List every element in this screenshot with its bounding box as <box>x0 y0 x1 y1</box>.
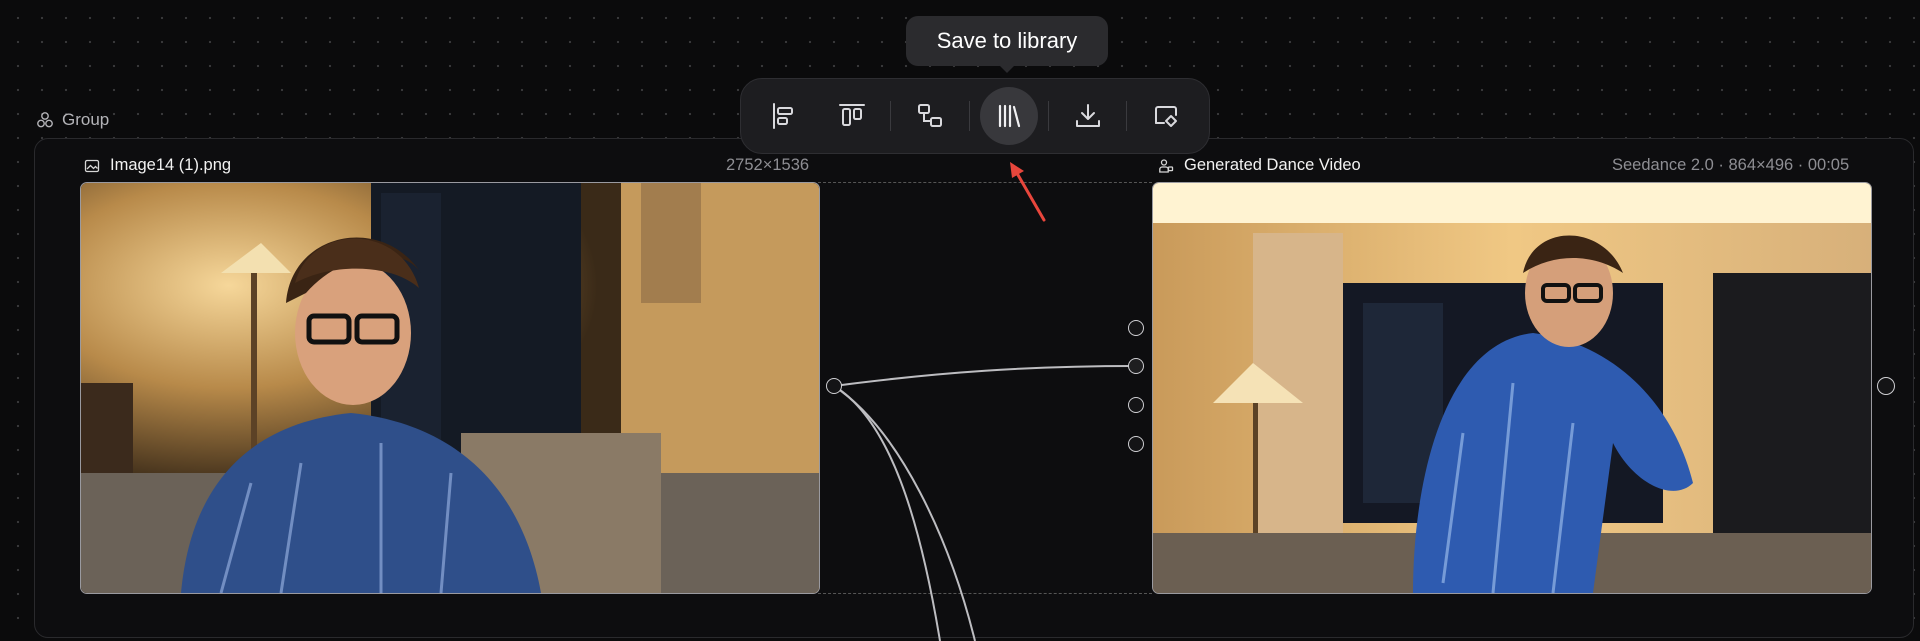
image-output-port[interactable] <box>826 378 842 394</box>
video-input-port[interactable] <box>1128 397 1144 413</box>
floating-toolbar <box>740 78 1210 154</box>
download-button[interactable] <box>1059 87 1117 145</box>
save-to-library-tooltip: Save to library <box>906 16 1108 66</box>
annotation-arrow <box>1010 162 1046 222</box>
video-input-port[interactable] <box>1128 436 1144 452</box>
align-top-button[interactable] <box>823 87 881 145</box>
video-input-port-connected[interactable] <box>1128 358 1144 374</box>
tooltip-tail <box>998 64 1016 73</box>
align-top-icon <box>838 104 865 126</box>
edit-button[interactable] <box>1137 87 1195 145</box>
arrange-button[interactable] <box>901 87 959 145</box>
video-output-port[interactable] <box>1877 377 1895 395</box>
toolbar-separator <box>890 101 892 131</box>
save-to-library-button[interactable] <box>980 87 1038 145</box>
toolbar-separator <box>1126 101 1128 131</box>
align-left-icon <box>772 103 793 129</box>
video-input-port[interactable] <box>1128 320 1144 336</box>
connection-line <box>833 385 976 641</box>
toolbar-separator <box>1047 101 1049 131</box>
align-left-button[interactable] <box>755 87 813 145</box>
library-icon <box>998 104 1020 128</box>
toolbar-separator <box>969 101 971 131</box>
download-icon <box>1075 104 1100 127</box>
arrange-icon <box>918 104 943 127</box>
connection-line <box>833 385 941 641</box>
connection-line <box>833 365 1137 387</box>
edit-icon <box>1155 106 1178 127</box>
